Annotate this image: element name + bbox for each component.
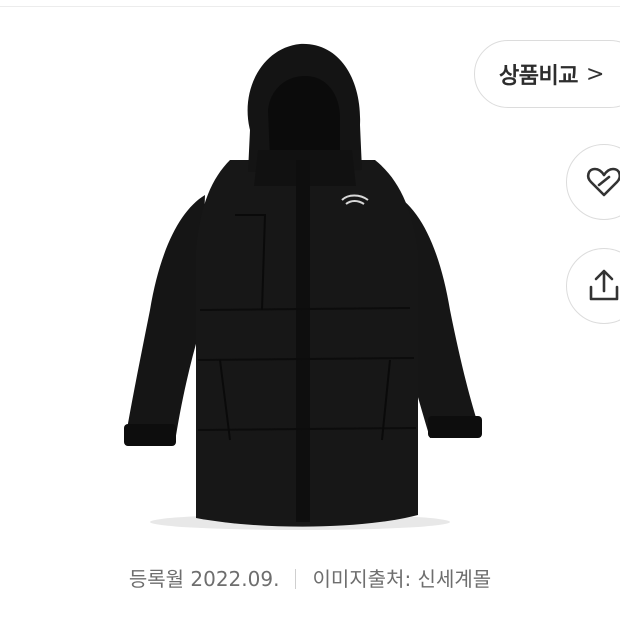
right-cuff xyxy=(428,416,482,438)
left-cuff xyxy=(124,424,176,446)
product-meta: 등록월 2022.09. 이미지출처: 신세계몰 xyxy=(0,563,620,592)
compare-label: 상품비교 xyxy=(499,64,578,89)
hood-opening xyxy=(268,76,340,160)
left-sleeve xyxy=(126,195,205,442)
registered-date: 등록월 2022.09. xyxy=(128,567,280,591)
compare-button[interactable]: 상품비교 > xyxy=(474,40,620,108)
meta-divider xyxy=(295,569,297,589)
heart-link-icon xyxy=(586,167,620,197)
share-icon xyxy=(589,269,619,301)
top-divider xyxy=(0,6,620,7)
chevron-right-icon: > xyxy=(585,61,605,87)
image-source: 이미지출처: 신세계몰 xyxy=(312,567,492,591)
zipper-placket xyxy=(296,160,310,522)
